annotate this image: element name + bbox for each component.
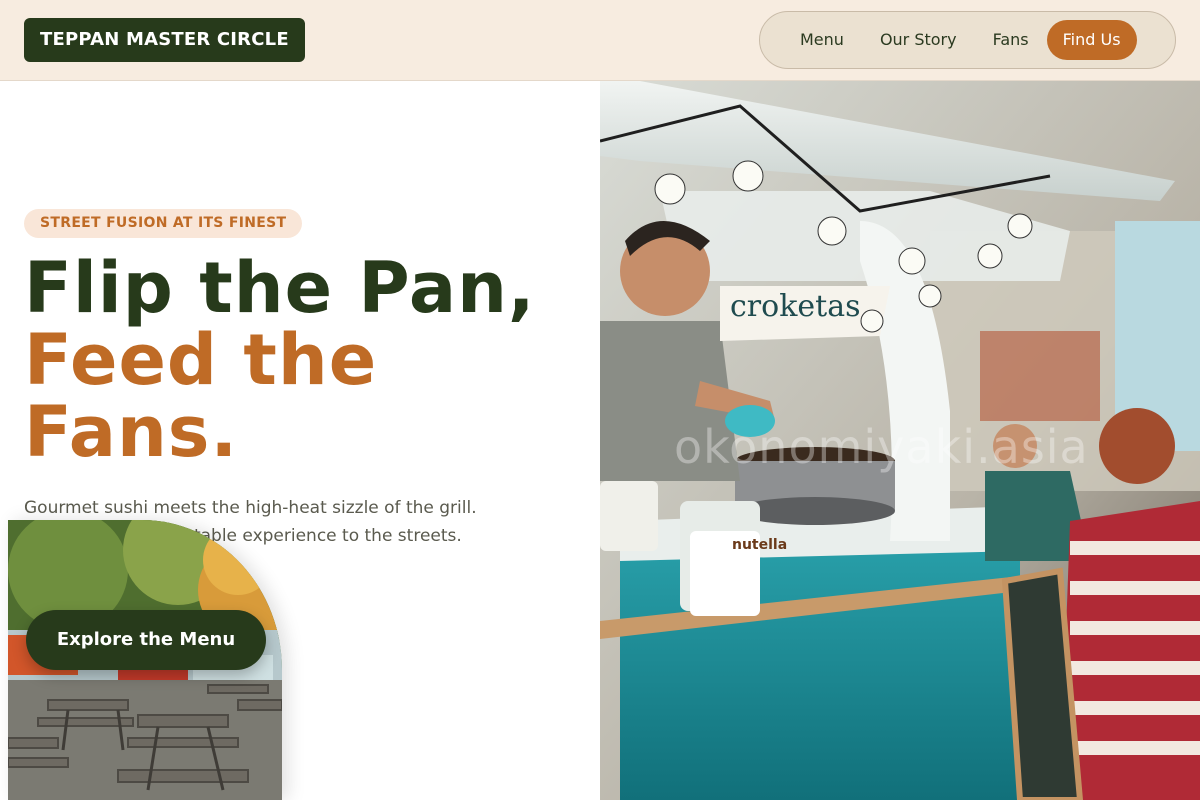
main-nav: Menu Our Story Fans Find Us — [759, 11, 1176, 69]
nav-item-find-us[interactable]: Find Us — [1046, 20, 1137, 60]
bulb-icon — [1007, 213, 1033, 239]
bulb-icon — [860, 309, 884, 333]
bulb-icon — [977, 243, 1003, 269]
site-header: TEPPAN MASTER CIRCLE Menu Our Story Fans… — [0, 0, 1200, 81]
headline-line-2: Feed the Fans. — [24, 319, 378, 473]
nav-item-fans[interactable]: Fans — [975, 20, 1047, 60]
nav-item-our-story[interactable]: Our Story — [862, 20, 975, 60]
jar-label-text: nutella — [732, 537, 787, 553]
bulb-icon — [918, 284, 942, 308]
bulb-icon — [732, 160, 764, 192]
bulb-icon — [654, 173, 686, 205]
brand-logo[interactable]: TEPPAN MASTER CIRCLE — [24, 18, 305, 62]
bulb-icon — [817, 216, 847, 246]
nav-item-menu[interactable]: Menu — [782, 20, 862, 60]
hero-headline: Flip the Pan, Feed the Fans. — [24, 252, 594, 468]
headline-line-1: Flip the Pan, — [24, 247, 536, 329]
bulb-icon — [898, 247, 926, 275]
truck-sign-text: croketas — [730, 289, 860, 324]
photo-watermark: okonomiyaki.asia — [674, 420, 1089, 474]
eyebrow-tag: STREET FUSION AT ITS FINEST — [24, 209, 303, 238]
explore-menu-button[interactable]: Explore the Menu — [26, 610, 266, 670]
